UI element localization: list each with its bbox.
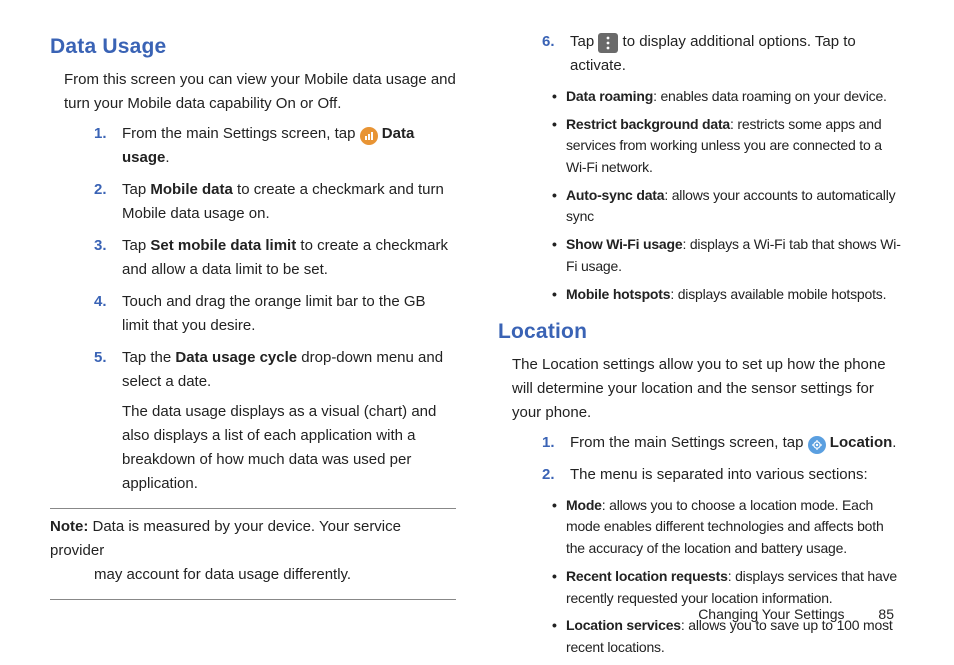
bullet-term: Auto-sync data	[566, 187, 664, 203]
right-column: 6. Tap to display additional options. Ta…	[498, 30, 904, 665]
data-usage-icon	[360, 127, 378, 145]
divider	[50, 599, 456, 600]
chapter-name: Changing Your Settings	[698, 606, 844, 622]
data-usage-intro: From this screen you can view your Mobil…	[64, 68, 456, 116]
step-tail: .	[165, 149, 169, 166]
step-text: Tap	[122, 237, 150, 254]
step-marker: 2.	[542, 463, 555, 487]
bullet-term: Show Wi-Fi usage	[566, 236, 682, 252]
step-marker: 4.	[94, 290, 107, 314]
bullet-desc: : displays available mobile hotspots.	[670, 286, 886, 302]
bullet-term: Recent location requests	[566, 568, 728, 584]
step-bold: Location	[830, 434, 893, 451]
note-block: Note: Data is measured by your device. Y…	[50, 515, 456, 587]
step-tail: .	[892, 434, 896, 451]
bullet-desc: : enables data roaming on your device.	[653, 88, 887, 104]
step-text: Tap	[570, 33, 598, 50]
data-usage-steps: 1. From the main Settings screen, tap Da…	[94, 122, 456, 496]
step-bold: Mobile data	[150, 181, 233, 198]
list-item: Show Wi-Fi usage: displays a Wi-Fi tab t…	[552, 234, 904, 277]
step-1: 1. From the main Settings screen, tap Lo…	[542, 431, 904, 455]
list-item: Mobile hotspots: displays available mobi…	[552, 284, 904, 306]
location-bullets: Mode: allows you to choose a location mo…	[552, 495, 904, 659]
note-label: Note:	[50, 518, 88, 535]
list-item: Data roaming: enables data roaming on yo…	[552, 86, 904, 108]
step-text: From the main Settings screen, tap	[570, 434, 808, 451]
bullet-term: Restrict background data	[566, 116, 730, 132]
left-column: Data Usage From this screen you can view…	[50, 30, 456, 665]
step-3: 3. Tap Set mobile data limit to create a…	[94, 234, 456, 282]
step-marker: 1.	[94, 122, 107, 146]
step-text: Tap the	[122, 349, 175, 366]
location-intro: The Location settings allow you to set u…	[512, 353, 904, 425]
location-heading: Location	[498, 315, 904, 349]
step-6: 6. Tap to display additional options. Ta…	[542, 30, 904, 78]
step-bold: Set mobile data limit	[150, 237, 296, 254]
page-number: 85	[878, 606, 894, 622]
step-4: 4. Touch and drag the orange limit bar t…	[94, 290, 456, 338]
bullet-term: Location services	[566, 617, 681, 633]
step-6-bullets: Data roaming: enables data roaming on yo…	[552, 86, 904, 305]
step-2: 2. The menu is separated into various se…	[542, 463, 904, 487]
step-marker: 1.	[542, 431, 555, 455]
step-text: Touch and drag the orange limit bar to t…	[122, 293, 426, 334]
more-options-icon	[598, 33, 618, 53]
step-marker: 5.	[94, 346, 107, 370]
list-item: Restrict background data: restricts some…	[552, 114, 904, 179]
list-item: Auto-sync data: allows your accounts to …	[552, 185, 904, 228]
data-usage-steps-cont: 6. Tap to display additional options. Ta…	[542, 30, 904, 78]
step-subtext: The data usage displays as a visual (cha…	[122, 400, 456, 496]
bullet-term: Mobile hotspots	[566, 286, 670, 302]
note-first-line: Data is measured by your device. Your se…	[50, 518, 401, 559]
step-5: 5. Tap the Data usage cycle drop-down me…	[94, 346, 456, 496]
step-marker: 3.	[94, 234, 107, 258]
step-text: From the main Settings screen, tap	[122, 125, 360, 142]
step-text: Tap	[122, 181, 150, 198]
bullet-desc: : allows you to choose a location mode. …	[566, 497, 884, 556]
location-steps: 1. From the main Settings screen, tap Lo…	[542, 431, 904, 487]
list-item: Mode: allows you to choose a location mo…	[552, 495, 904, 560]
divider	[50, 508, 456, 509]
step-marker: 6.	[542, 30, 555, 54]
data-usage-heading: Data Usage	[50, 30, 456, 64]
page-footer: Changing Your Settings 85	[698, 606, 894, 622]
step-bold: Data usage cycle	[175, 349, 297, 366]
step-text: The menu is separated into various secti…	[570, 466, 868, 483]
step-2: 2. Tap Mobile data to create a checkmark…	[94, 178, 456, 226]
location-icon	[808, 436, 826, 454]
note-rest: may account for data usage differently.	[50, 563, 456, 587]
list-item: Recent location requests: displays servi…	[552, 566, 904, 609]
bullet-term: Mode	[566, 497, 602, 513]
step-marker: 2.	[94, 178, 107, 202]
bullet-term: Data roaming	[566, 88, 653, 104]
step-1: 1. From the main Settings screen, tap Da…	[94, 122, 456, 170]
